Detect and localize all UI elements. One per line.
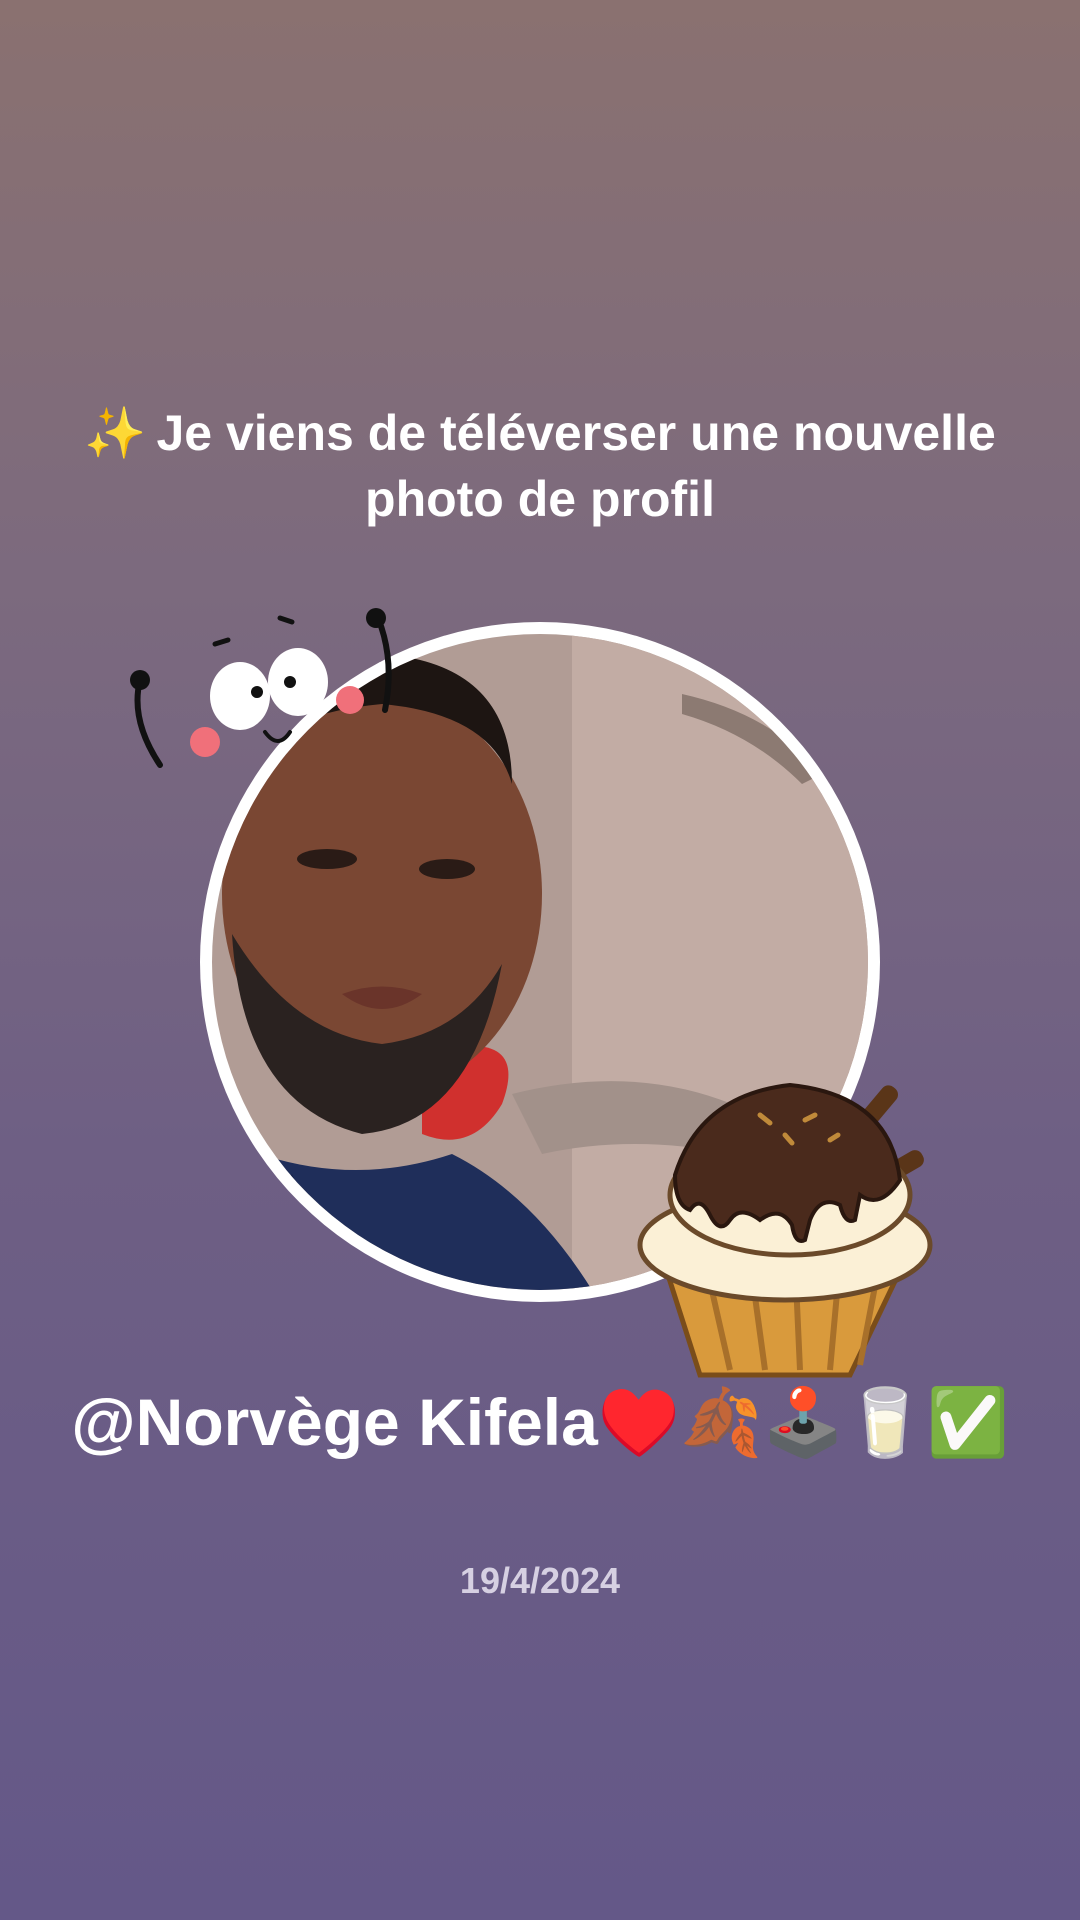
headline-label: Je viens de téléverser une nouvelle phot…	[156, 405, 996, 527]
profile-username: @Norvège Kifela♥️🍂🕹️🥛✅	[71, 1385, 1009, 1459]
headline-text: ✨ Je viens de téléverser une nouvelle pho…	[80, 400, 1000, 532]
sparkles-icon: ✨	[84, 405, 147, 461]
cute-face-sticker-icon	[120, 600, 410, 780]
upload-date: 19/4/2024	[459, 1560, 621, 1601]
cupcake-sticker-icon	[620, 1045, 970, 1385]
